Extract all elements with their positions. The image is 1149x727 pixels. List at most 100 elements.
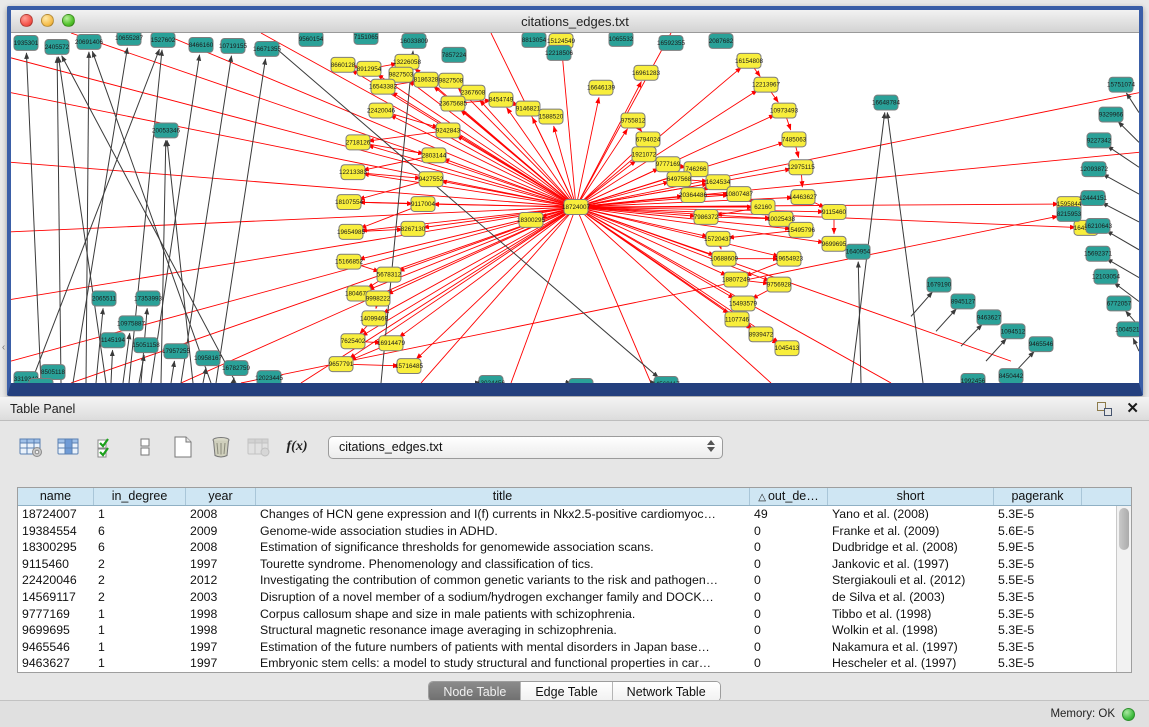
float-panel-icon[interactable] [1097, 402, 1112, 416]
function-builder-icon[interactable]: f(x) [284, 435, 310, 459]
table-row[interactable]: 1830029562008Estimation of significance … [18, 539, 1116, 556]
table-cell[interactable]: 5.3E-5 [994, 506, 1082, 523]
table-cell[interactable]: 6 [94, 539, 186, 556]
table-row[interactable]: 2242004622012Investigating the contribut… [18, 572, 1116, 589]
table-cell[interactable]: de Silva et al. (2003) [828, 589, 994, 606]
table-cell[interactable]: Stergiakouli et al. (2012) [828, 572, 994, 589]
table-cell[interactable]: 2008 [186, 539, 256, 556]
table-row[interactable]: 946554611997Estimation of the future num… [18, 639, 1116, 656]
table-cell[interactable]: Embryonic stem cells: a model to study s… [256, 655, 750, 672]
table-cell[interactable]: 1 [94, 639, 186, 656]
table-cell[interactable]: 0 [750, 572, 828, 589]
table-settings-icon[interactable] [18, 435, 44, 459]
column-visibility-icon[interactable] [56, 435, 82, 459]
close-panel-icon[interactable]: ✕ [1126, 402, 1139, 416]
table-cell[interactable]: 1 [94, 506, 186, 523]
tab-network-table[interactable]: Network Table [613, 682, 720, 701]
table-cell[interactable]: 0 [750, 622, 828, 639]
table-cell[interactable]: 9115460 [18, 556, 94, 573]
table-cell[interactable]: Jankovic et al. (1997) [828, 556, 994, 573]
table-cell[interactable]: 22420046 [18, 572, 94, 589]
column-header-year[interactable]: year [186, 488, 256, 505]
vertical-scrollbar[interactable] [1116, 506, 1131, 672]
table-cell[interactable]: 1998 [186, 606, 256, 623]
new-table-icon[interactable] [170, 435, 196, 459]
table-cell[interactable]: 18724007 [18, 506, 94, 523]
table-cell[interactable]: 2009 [186, 523, 256, 540]
table-cell[interactable]: 5.9E-5 [994, 539, 1082, 556]
table-row[interactable]: 969969511998Structural magnetic resonanc… [18, 622, 1116, 639]
table-cell[interactable]: 1998 [186, 622, 256, 639]
table-cell[interactable]: 5.3E-5 [994, 655, 1082, 672]
table-cell[interactable]: 1997 [186, 655, 256, 672]
table-cell[interactable]: 19384554 [18, 523, 94, 540]
network-canvas[interactable]: 1872400786601288912954132260589827503165… [11, 33, 1139, 383]
table-cell[interactable]: 9777169 [18, 606, 94, 623]
network-graph[interactable]: 1872400786601288912954132260589827503165… [11, 33, 1139, 383]
table-row[interactable]: 911546021997Tourette syndrome. Phenomeno… [18, 556, 1116, 573]
table-row[interactable]: 977716911998Corpus callosum shape and si… [18, 606, 1116, 623]
column-header-in_degree[interactable]: in_degree [94, 488, 186, 505]
table-cell[interactable]: 5.3E-5 [994, 606, 1082, 623]
table-cell[interactable]: 2012 [186, 572, 256, 589]
column-header-out_de[interactable]: △out_de… [750, 488, 828, 505]
table-cell[interactable]: Dudbridge et al. (2008) [828, 539, 994, 556]
table-cell[interactable]: 0 [750, 639, 828, 656]
table-row[interactable]: 1872400712008Changes of HCN gene express… [18, 506, 1116, 523]
row-select-icon[interactable] [94, 435, 120, 459]
network-view-window[interactable]: citations_edges.txt 18724007866012889129… [7, 6, 1143, 396]
table-cell[interactable]: 2 [94, 589, 186, 606]
table-cell[interactable]: 6 [94, 523, 186, 540]
column-header-pagerank[interactable]: pagerank [994, 488, 1082, 505]
minimize-window-icon[interactable] [41, 14, 54, 27]
table-cell[interactable]: 0 [750, 539, 828, 556]
table-cell[interactable]: 1997 [186, 556, 256, 573]
table-cell[interactable]: 1 [94, 655, 186, 672]
table-cell[interactable]: Franke et al. (2009) [828, 523, 994, 540]
table-cell[interactable]: 1 [94, 622, 186, 639]
scrollbar-thumb[interactable] [1119, 508, 1129, 550]
table-cell[interactable]: 2 [94, 556, 186, 573]
table-cell[interactable]: 5.3E-5 [994, 589, 1082, 606]
table-cell[interactable]: Changes of HCN gene expression and I(f) … [256, 506, 750, 523]
table-cell[interactable]: Estimation of the future numbers of pati… [256, 639, 750, 656]
table-cell[interactable]: 5.6E-5 [994, 523, 1082, 540]
table-cell[interactable]: 0 [750, 523, 828, 540]
table-cell[interactable]: 2008 [186, 506, 256, 523]
table-cell[interactable]: 49 [750, 506, 828, 523]
table-row[interactable]: 946362711997Embryonic stem cells: a mode… [18, 655, 1116, 672]
table-cell[interactable]: Genome-wide association studies in ADHD. [256, 523, 750, 540]
table-cell[interactable]: Nakamura et al. (1997) [828, 639, 994, 656]
table-cell[interactable]: 9463627 [18, 655, 94, 672]
table-cell[interactable]: 0 [750, 589, 828, 606]
tab-edge-table[interactable]: Edge Table [521, 682, 612, 701]
table-cell[interactable]: 9465546 [18, 639, 94, 656]
table-cell[interactable]: 2 [94, 572, 186, 589]
table-cell[interactable]: 9699695 [18, 622, 94, 639]
zoom-window-icon[interactable] [62, 14, 75, 27]
tab-node-table[interactable]: Node Table [429, 682, 521, 701]
table-row[interactable]: 1938455462009Genome-wide association stu… [18, 523, 1116, 540]
table-cell[interactable]: 5.3E-5 [994, 622, 1082, 639]
table-cell[interactable]: Tourette syndrome. Phenomenology and cla… [256, 556, 750, 573]
table-cell[interactable]: 5.3E-5 [994, 639, 1082, 656]
table-cell[interactable]: 1 [94, 606, 186, 623]
table-cell[interactable]: Disruption of a novel member of a sodium… [256, 589, 750, 606]
table-row[interactable]: 1456911722003Disruption of a novel membe… [18, 589, 1116, 606]
delete-table-icon[interactable] [208, 435, 234, 459]
table-cell[interactable]: 2003 [186, 589, 256, 606]
table-cell[interactable]: Structural magnetic resonance image aver… [256, 622, 750, 639]
table-cell[interactable]: 0 [750, 556, 828, 573]
table-cell[interactable]: Estimation of significance thresholds fo… [256, 539, 750, 556]
table-cell[interactable]: 18300295 [18, 539, 94, 556]
table-cell[interactable]: Tibbo et al. (1998) [828, 606, 994, 623]
table-cell[interactable]: 1997 [186, 639, 256, 656]
table-cell[interactable]: 14569117 [18, 589, 94, 606]
table-cell[interactable]: 0 [750, 606, 828, 623]
table-cell[interactable]: 5.5E-5 [994, 572, 1082, 589]
table-cell[interactable]: Wolkin et al. (1998) [828, 622, 994, 639]
window-titlebar[interactable]: citations_edges.txt [11, 10, 1139, 33]
table-cell[interactable]: Hescheler et al. (1997) [828, 655, 994, 672]
table-cell[interactable]: Corpus callosum shape and size in male p… [256, 606, 750, 623]
table-cell[interactable]: Investigating the contribution of common… [256, 572, 750, 589]
